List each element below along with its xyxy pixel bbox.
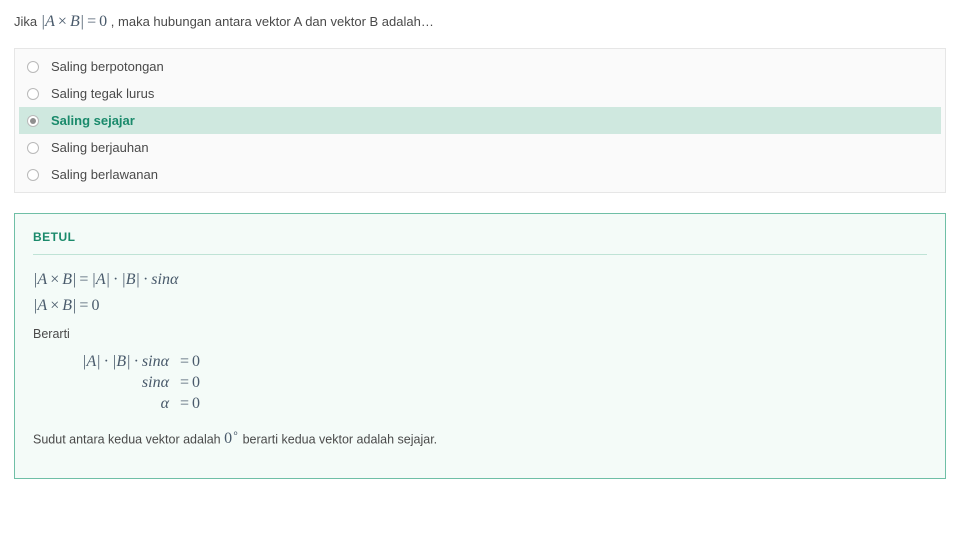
option-label: Saling berpotongan — [51, 59, 164, 74]
radio-icon — [27, 115, 39, 127]
align-row-2: α =0 — [33, 395, 927, 413]
radio-icon — [27, 88, 39, 100]
align-row-0: |A|·|B|·sinα =0 — [33, 353, 927, 371]
radio-icon — [27, 61, 39, 73]
conclusion-pre: Sudut antara kedua vektor adalah — [33, 432, 224, 446]
equation-1: |A×B|=|A|·|B|·sinα — [33, 271, 927, 289]
option-0[interactable]: Saling berpotongan — [19, 53, 941, 80]
question-prefix: Jika — [14, 14, 41, 29]
option-label: Saling berjauhan — [51, 140, 149, 155]
options-box: Saling berpotongan Saling tegak lurus Sa… — [14, 48, 946, 193]
conclusion-math: 0∘ — [224, 430, 239, 447]
question-math: |A×B|=0 — [41, 13, 107, 30]
feedback-title: BETUL — [33, 230, 927, 244]
question-text: Jika |A×B|=0 , maka hubungan antara vekt… — [14, 10, 946, 34]
option-label: Saling berlawanan — [51, 167, 158, 182]
option-3[interactable]: Saling berjauhan — [19, 134, 941, 161]
feedback-divider — [33, 254, 927, 255]
option-label: Saling sejajar — [51, 113, 135, 128]
question-suffix: , maka hubungan antara vektor A dan vekt… — [111, 14, 434, 29]
option-1[interactable]: Saling tegak lurus — [19, 80, 941, 107]
option-label: Saling tegak lurus — [51, 86, 154, 101]
equation-2: |A×B|=0 — [33, 297, 927, 315]
conclusion-post: berarti kedua vektor adalah sejajar. — [239, 432, 437, 446]
feedback-box: BETUL |A×B|=|A|·|B|·sinα |A×B|=0 Berarti… — [14, 213, 946, 479]
radio-icon — [27, 169, 39, 181]
option-2[interactable]: Saling sejajar — [19, 107, 941, 134]
align-block: |A|·|B|·sinα =0 sinα =0 α =0 — [33, 353, 927, 413]
feedback-conclusion: Sudut antara kedua vektor adalah 0∘ bera… — [33, 427, 927, 448]
option-4[interactable]: Saling berlawanan — [19, 161, 941, 188]
align-row-1: sinα =0 — [33, 374, 927, 392]
radio-icon — [27, 142, 39, 154]
feedback-text-1: Berarti — [33, 327, 927, 341]
